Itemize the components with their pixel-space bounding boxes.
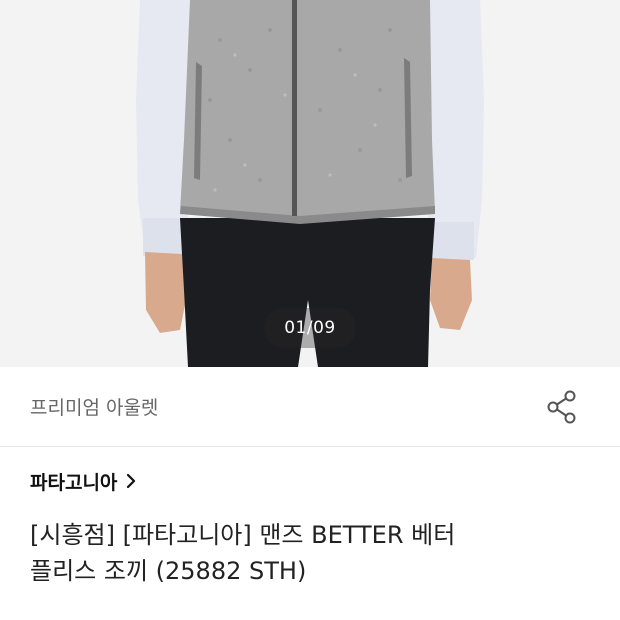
- right-cuff: [432, 222, 474, 260]
- share-icon: [547, 390, 576, 424]
- vest-zipper: [292, 0, 297, 216]
- seller-bar: 프리미엄 아울렛: [0, 367, 620, 447]
- seller-name[interactable]: 프리미엄 아울렛: [30, 393, 158, 420]
- right-hand: [430, 258, 472, 330]
- image-page-indicator: 01/09: [264, 308, 356, 348]
- page-total: 09: [313, 318, 336, 338]
- left-hand: [145, 252, 186, 333]
- brand-link[interactable]: 파타고니아: [30, 466, 137, 496]
- share-button[interactable]: [540, 387, 584, 427]
- product-title-line1: [시흥점] [파타고니아] 맨즈 BETTER 베터: [30, 521, 456, 549]
- product-title: [시흥점] [파타고니아] 맨즈 BETTER 베터 플리스 조끼 (25882…: [30, 517, 590, 589]
- left-cuff: [143, 218, 183, 256]
- product-title-line2: 플리스 조끼 (25882 STH): [30, 557, 307, 585]
- chevron-right-icon: [125, 472, 137, 490]
- brand-name: 파타고니아: [30, 471, 118, 494]
- left-sleeve: [136, 0, 192, 255]
- product-image[interactable]: 01/09: [0, 0, 620, 367]
- vest: [180, 0, 435, 222]
- page-current: 01: [284, 318, 307, 338]
